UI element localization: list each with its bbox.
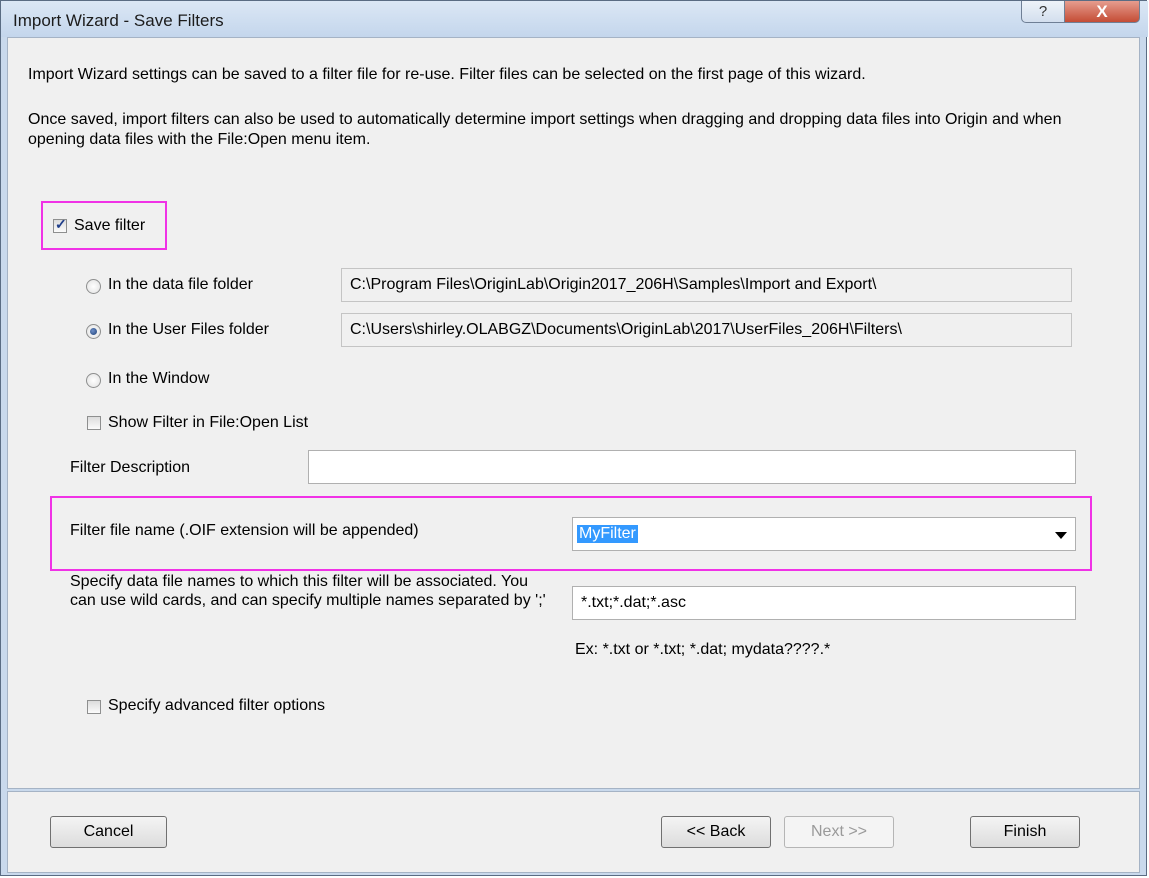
window-title: Import Wizard - Save Filters <box>13 11 224 30</box>
close-button[interactable]: X <box>1064 1 1140 23</box>
radio-in-window-label[interactable]: In the Window <box>108 370 209 388</box>
intro-text-1: Import Wizard settings can be saved to a… <box>28 66 866 83</box>
save-filter-checkbox[interactable] <box>53 216 67 233</box>
associations-label: Specify data file names to which this fi… <box>70 573 546 609</box>
radio-data-file-folder[interactable] <box>86 279 101 294</box>
cancel-button[interactable]: Cancel <box>50 816 167 848</box>
next-button[interactable]: Next >> <box>784 816 894 848</box>
wizard-content: Import Wizard settings can be saved to a… <box>7 37 1140 789</box>
radio-user-files-folder-label[interactable]: In the User Files folder <box>108 321 269 339</box>
show-filter-open-list-label[interactable]: Show Filter in File:Open List <box>108 414 308 432</box>
advanced-options-checkbox[interactable] <box>87 700 101 714</box>
radio-in-window[interactable] <box>86 373 101 388</box>
close-icon: X <box>1096 1 1108 21</box>
user-files-folder-path: C:\Users\shirley.OLABGZ\Documents\Origin… <box>341 313 1072 347</box>
filter-description-label: Filter Description <box>70 459 191 476</box>
filter-file-name-label: Filter file name (.OIF extension will be… <box>70 522 419 539</box>
finish-button[interactable]: Finish <box>970 816 1080 848</box>
radio-user-files-folder[interactable] <box>86 324 101 339</box>
intro-text-2: Once saved, import filters can also be u… <box>28 111 1062 148</box>
import-wizard-window: Import Wizard - Save Filters ? X Import … <box>0 0 1148 876</box>
associations-example: Ex: *.txt or *.txt; *.dat; mydata????.* <box>575 641 831 658</box>
filter-file-name-combo[interactable]: MyFilter <box>572 517 1076 551</box>
help-button[interactable]: ? <box>1021 1 1065 23</box>
filter-description-input[interactable] <box>308 450 1076 484</box>
title-bar[interactable]: Import Wizard - Save Filters ? X <box>1 1 1148 37</box>
save-filter-label[interactable]: Save filter <box>74 217 145 235</box>
help-icon: ? <box>1038 3 1048 20</box>
wizard-footer: Cancel << Back Next >> Finish <box>7 791 1140 873</box>
advanced-options-label[interactable]: Specify advanced filter options <box>108 697 325 715</box>
back-button[interactable]: << Back <box>661 816 771 848</box>
data-file-folder-path: C:\Program Files\OriginLab\Origin2017_20… <box>341 268 1072 302</box>
dropdown-arrow-icon[interactable] <box>1055 532 1067 539</box>
filter-file-name-value[interactable]: MyFilter <box>577 525 638 543</box>
associations-input[interactable]: *.txt;*.dat;*.asc <box>572 586 1076 620</box>
show-filter-open-list-checkbox[interactable] <box>87 416 101 430</box>
radio-data-file-folder-label[interactable]: In the data file folder <box>108 276 253 294</box>
